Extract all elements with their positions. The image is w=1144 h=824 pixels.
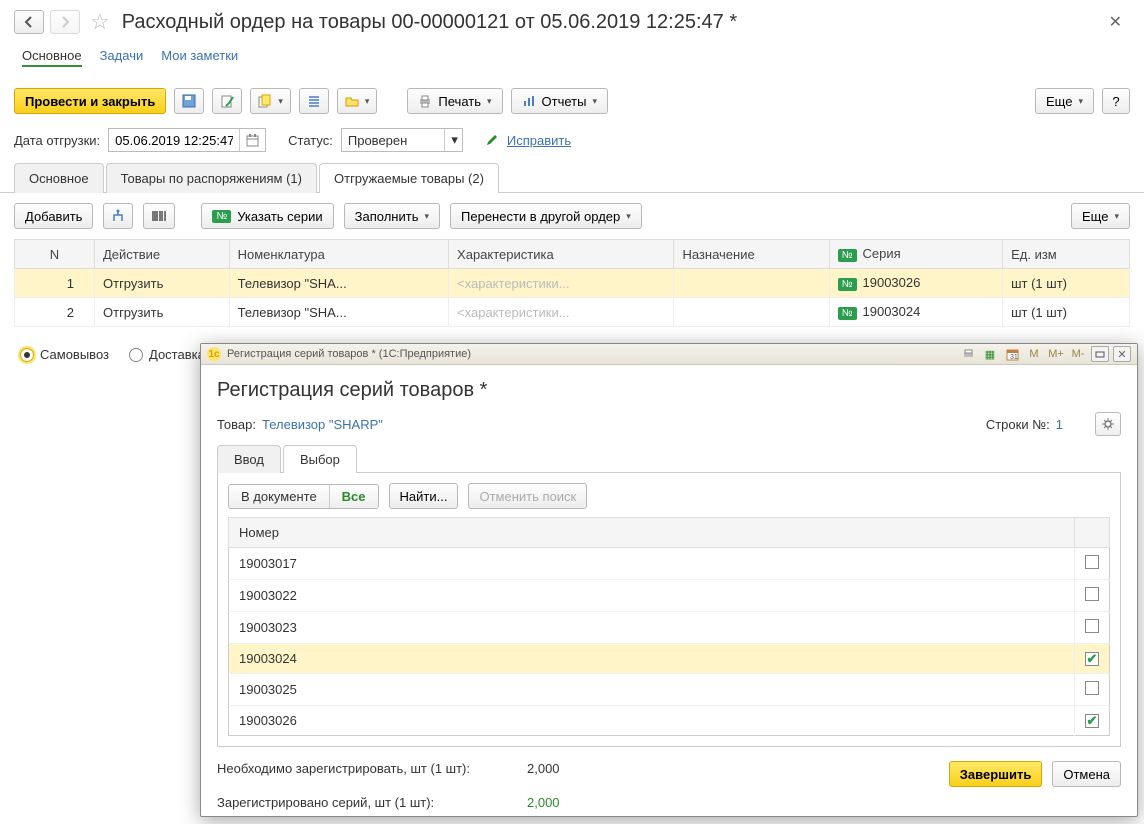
- forward-button[interactable]: [50, 10, 80, 34]
- need-register-label: Необходимо зарегистрировать, шт (1 шт):: [217, 761, 527, 787]
- close-icon[interactable]: ✕: [1101, 8, 1130, 36]
- minimize-button[interactable]: [1091, 346, 1109, 362]
- folder-dropdown-button[interactable]: ▾: [337, 88, 378, 114]
- pencil-icon: [485, 133, 499, 147]
- modal-titlebar: 1c Регистрация серий товаров * (1С:Предп…: [201, 344, 1137, 365]
- col-series[interactable]: №Серия: [829, 240, 1002, 269]
- lines-value[interactable]: 1: [1056, 417, 1063, 432]
- find-button[interactable]: Найти...: [389, 483, 459, 509]
- gear-button[interactable]: [1095, 412, 1121, 436]
- print-dropdown-button[interactable]: Печать▾: [407, 88, 502, 114]
- goods-table: N Действие Номенклатура Характеристика Н…: [14, 239, 1130, 327]
- sub-nav: Основное Задачи Мои заметки: [0, 38, 1144, 80]
- filter-scope-segment: В документе Все: [228, 484, 379, 509]
- need-register-value: 2,000: [527, 761, 560, 787]
- subnav-main[interactable]: Основное: [22, 48, 82, 67]
- table-toolbar: Добавить № Указать серии Заполнить▾ Пере…: [14, 203, 1130, 229]
- modal-title: Регистрация серий товаров *: [217, 379, 1121, 402]
- serial-row[interactable]: 19003017: [229, 548, 1110, 580]
- barcode-button[interactable]: [143, 203, 175, 229]
- move-order-dropdown-button[interactable]: Перенести в другой ордер▾: [450, 203, 642, 229]
- tab-shipped-goods[interactable]: Отгружаемые товары (2): [319, 163, 499, 193]
- radio-pickup[interactable]: Самовывоз: [20, 347, 109, 362]
- serials-col-check[interactable]: [1075, 518, 1110, 548]
- more-dropdown-button[interactable]: Еще▾: [1035, 88, 1094, 114]
- modal-filters-panel: В документе Все Найти... Отменить поиск …: [217, 473, 1121, 747]
- serial-row[interactable]: 19003026✔: [229, 706, 1110, 736]
- favorite-icon[interactable]: ☆: [90, 9, 110, 35]
- goods-label: Товар:: [217, 417, 256, 432]
- set-series-button[interactable]: № Указать серии: [201, 203, 333, 229]
- subnav-tasks[interactable]: Задачи: [100, 48, 144, 67]
- printer-icon[interactable]: [959, 346, 977, 362]
- status-label: Статус:: [288, 133, 333, 148]
- fill-dropdown-button[interactable]: Заполнить▾: [344, 203, 440, 229]
- cancel-search-button[interactable]: Отменить поиск: [468, 483, 587, 509]
- seg-in-document[interactable]: В документе: [229, 485, 330, 508]
- structure-button[interactable]: [103, 203, 133, 229]
- lines-label: Строки №:: [986, 417, 1050, 432]
- main-toolbar: Провести и закрыть ▾ ▾ Печать▾ Отчеты▾ Е…: [0, 80, 1144, 122]
- svg-text:31: 31: [1010, 354, 1018, 361]
- modal-close-button[interactable]: ✕: [1113, 346, 1131, 362]
- serial-row[interactable]: 19003025: [229, 674, 1110, 706]
- table-row[interactable]: 1ОтгрузитьТелевизор "SHA...<характеристи…: [15, 269, 1130, 298]
- calendar-icon[interactable]: 31: [1003, 346, 1021, 362]
- table-row[interactable]: 2ОтгрузитьТелевизор "SHA...<характеристи…: [15, 298, 1130, 327]
- grid-icon[interactable]: ▦: [981, 346, 999, 362]
- col-purpose[interactable]: Назначение: [674, 240, 829, 269]
- help-button[interactable]: ?: [1102, 88, 1130, 114]
- serials-table: Номер 19003017190030221900302319003024✔1…: [228, 517, 1110, 736]
- reports-dropdown-button[interactable]: Отчеты▾: [511, 88, 608, 114]
- save-button[interactable]: [174, 88, 204, 114]
- col-n[interactable]: N: [15, 240, 95, 269]
- tab-body: Добавить № Указать серии Заполнить▾ Пере…: [0, 193, 1144, 337]
- serial-row[interactable]: 19003024✔: [229, 644, 1110, 674]
- ship-date-input[interactable]: [108, 128, 266, 152]
- fields-row: Дата отгрузки: Статус: Проверен ▾ Исправ…: [0, 122, 1144, 162]
- cancel-button[interactable]: Отмена: [1052, 761, 1121, 787]
- copy-dropdown-button[interactable]: ▾: [250, 88, 291, 114]
- col-uom[interactable]: Ед. изм: [1003, 240, 1130, 269]
- page-title: Расходный ордер на товары 00-00000121 от…: [122, 11, 737, 34]
- modal-tabs: Ввод Выбор: [217, 444, 1121, 473]
- radio-delivery[interactable]: Доставка: [129, 347, 205, 362]
- serial-row[interactable]: 19003023: [229, 612, 1110, 644]
- finish-button[interactable]: Завершить: [949, 761, 1043, 787]
- post-button[interactable]: [212, 88, 242, 114]
- col-char[interactable]: Характеристика: [449, 240, 674, 269]
- modal-tab-input[interactable]: Ввод: [217, 445, 281, 473]
- section-tabs: Основное Товары по распоряжениям (1) Отг…: [0, 162, 1144, 193]
- post-and-close-button[interactable]: Провести и закрыть: [14, 88, 166, 114]
- series-registration-modal: 1c Регистрация серий товаров * (1С:Предп…: [200, 343, 1138, 817]
- table-more-button[interactable]: Еще▾: [1071, 203, 1130, 229]
- serial-row[interactable]: 19003022: [229, 580, 1110, 612]
- subnav-notes[interactable]: Мои заметки: [161, 48, 238, 67]
- title-bar: ☆ Расходный ордер на товары 00-00000121 …: [0, 0, 1144, 38]
- registered-value: 2,000: [527, 795, 560, 810]
- status-select[interactable]: Проверен ▾: [341, 128, 463, 152]
- ship-date-label: Дата отгрузки:: [14, 133, 100, 148]
- col-nomen[interactable]: Номенклатура: [229, 240, 448, 269]
- registered-label: Зарегистрировано серий, шт (1 шт):: [217, 795, 527, 810]
- back-button[interactable]: [14, 10, 44, 34]
- calc-mplus-button[interactable]: M+: [1047, 346, 1065, 362]
- modal-tab-select[interactable]: Выбор: [283, 445, 357, 473]
- modal-window-title: Регистрация серий товаров * (1С:Предприя…: [227, 348, 471, 360]
- tab-main[interactable]: Основное: [14, 163, 104, 193]
- goods-link[interactable]: Телевизор "SHARP": [262, 417, 383, 432]
- fix-link[interactable]: Исправить: [507, 133, 571, 148]
- seg-all[interactable]: Все: [330, 485, 378, 508]
- add-button[interactable]: Добавить: [14, 203, 93, 229]
- tab-goods-by-orders[interactable]: Товары по распоряжениям (1): [106, 163, 317, 193]
- serials-col-number[interactable]: Номер: [229, 518, 1075, 548]
- calc-m-button[interactable]: M: [1025, 346, 1043, 362]
- calendar-icon[interactable]: [239, 129, 265, 151]
- calc-mminus-button[interactable]: M-: [1069, 346, 1087, 362]
- app-1c-icon: 1c: [207, 347, 221, 361]
- list-button[interactable]: [299, 88, 329, 114]
- col-action[interactable]: Действие: [95, 240, 230, 269]
